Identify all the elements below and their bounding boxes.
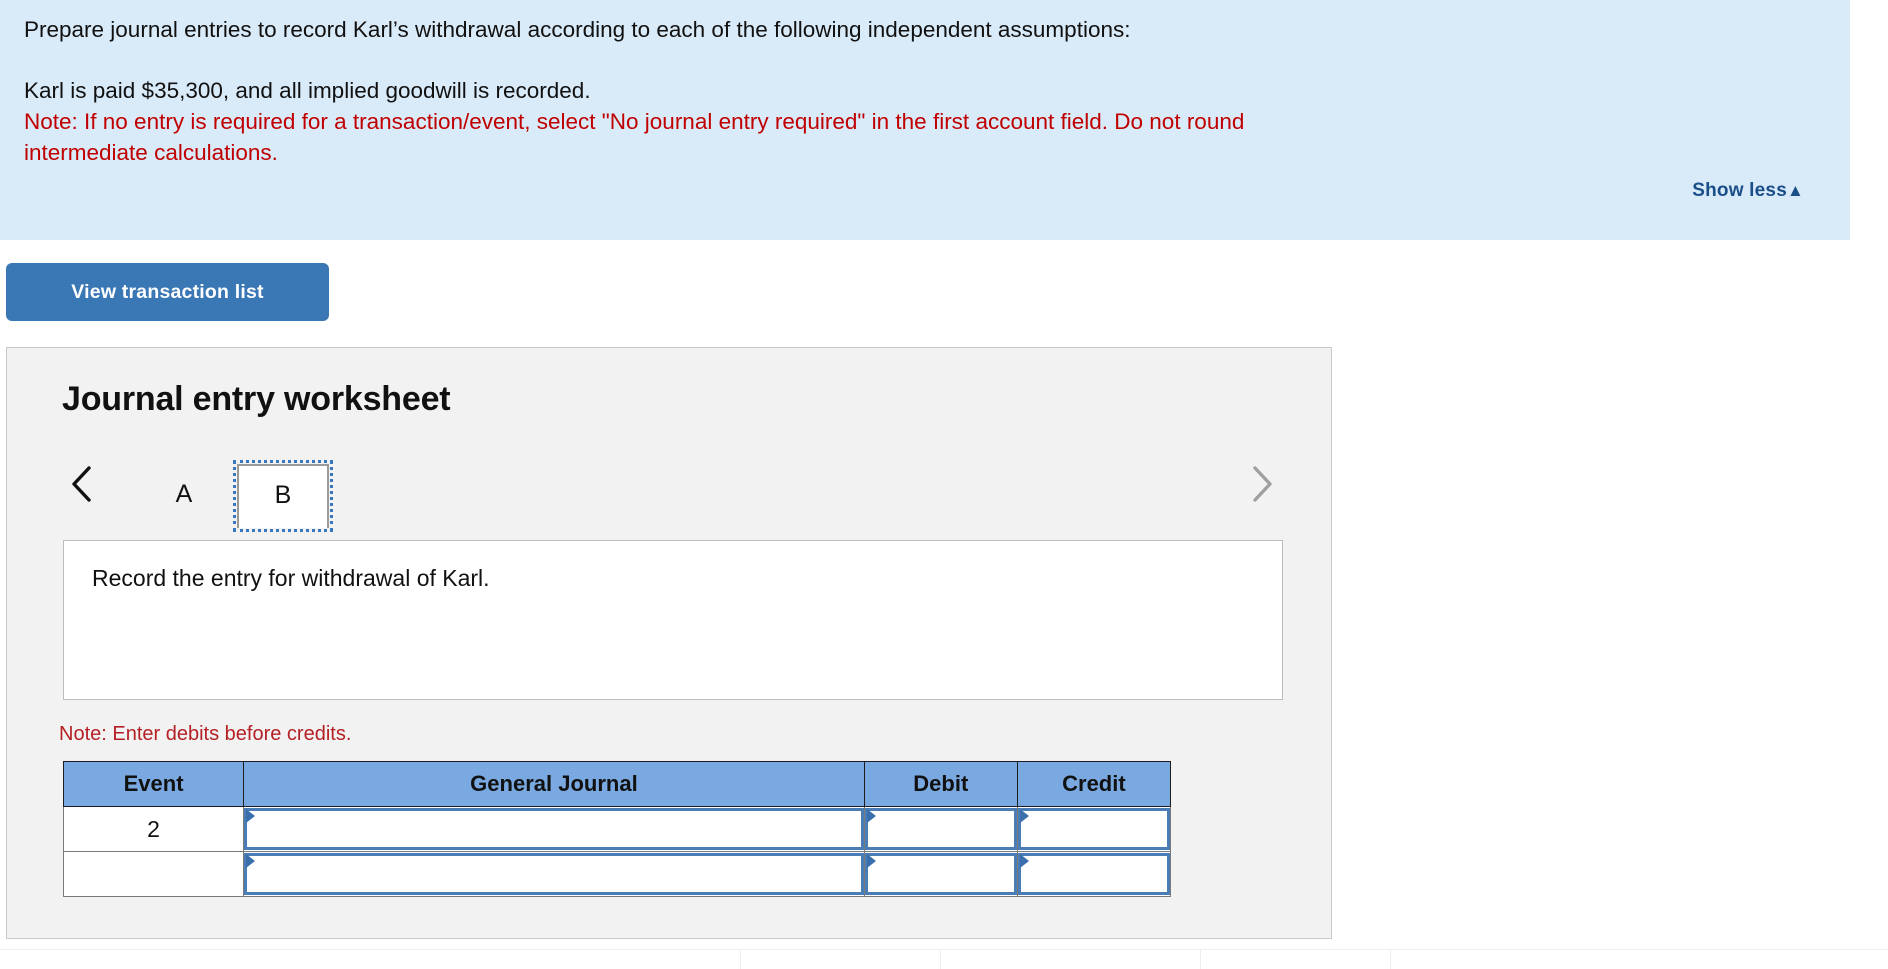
worksheet-tab-b[interactable]: B xyxy=(233,460,333,532)
credit-cell-row-1[interactable] xyxy=(1016,806,1172,852)
debit-field-wrapper-row-1 xyxy=(864,808,1017,850)
general-journal-field-wrapper-row-1 xyxy=(244,808,864,850)
column-header-debit: Debit xyxy=(863,761,1018,807)
bottom-divider xyxy=(940,950,941,969)
next-tab-button[interactable] xyxy=(1241,460,1281,508)
debit-field-wrapper-row-2 xyxy=(864,853,1017,895)
bottom-strip xyxy=(0,949,1888,969)
column-header-event: Event xyxy=(62,761,245,807)
column-header-credit: Credit xyxy=(1016,761,1172,807)
chevron-right-icon xyxy=(1241,460,1281,508)
banner-note-line-2: intermediate calculations. xyxy=(24,140,278,165)
worksheet-tab-a[interactable]: A xyxy=(147,464,221,528)
instruction-text: Prepare journal entries to record Karl’s… xyxy=(24,17,1131,42)
worksheet-title: Journal entry worksheet xyxy=(62,380,451,418)
bottom-divider xyxy=(740,950,741,969)
credit-cell-row-2[interactable] xyxy=(1016,851,1172,897)
debit-input-row-1[interactable] xyxy=(867,811,1014,847)
credit-input-row-2[interactable] xyxy=(1020,856,1167,892)
bottom-divider xyxy=(1200,950,1201,969)
instruction-banner: Prepare journal entries to record Karl’s… xyxy=(0,0,1850,240)
general-journal-input-row-1[interactable] xyxy=(247,811,861,847)
debit-cell-row-2[interactable] xyxy=(863,851,1018,897)
general-journal-field-wrapper-row-2 xyxy=(244,853,864,895)
bottom-divider xyxy=(1390,950,1391,969)
general-journal-cell-row-2[interactable] xyxy=(243,851,865,897)
chevron-left-icon xyxy=(63,460,103,508)
journal-entry-worksheet-panel: Journal entry worksheet A B Record the e… xyxy=(6,347,1332,939)
worksheet-tab-b-label: B xyxy=(274,481,292,509)
worksheet-tab-a-label: A xyxy=(175,480,193,508)
assumption-text: Karl is paid $35,300, and all implied go… xyxy=(24,78,591,103)
credit-field-wrapper-row-1 xyxy=(1017,808,1170,850)
general-journal-input-row-2[interactable] xyxy=(247,856,861,892)
banner-spacer xyxy=(24,45,1826,75)
table-header-row: Event General Journal Debit Credit xyxy=(62,761,1172,807)
event-number-cell: 2 xyxy=(62,806,245,852)
transaction-prompt-text: Record the entry for withdrawal of Karl. xyxy=(92,565,490,591)
caret-up-icon: ▲ xyxy=(1786,181,1804,200)
show-less-link[interactable]: Show less▲ xyxy=(1692,180,1804,202)
dropdown-arrow-icon xyxy=(246,854,256,868)
previous-tab-button[interactable] xyxy=(63,460,103,508)
debit-input-row-2[interactable] xyxy=(867,856,1014,892)
credit-field-wrapper-row-2 xyxy=(1017,853,1170,895)
banner-note-line-1: Note: If no entry is required for a tran… xyxy=(24,109,1245,134)
dropdown-arrow-icon xyxy=(866,854,876,868)
show-less-label: Show less xyxy=(1692,180,1787,201)
view-transaction-list-button[interactable]: View transaction list xyxy=(6,263,329,321)
dropdown-arrow-icon xyxy=(866,809,876,823)
transaction-prompt-box: Record the entry for withdrawal of Karl. xyxy=(63,540,1283,700)
general-journal-cell-row-1[interactable] xyxy=(243,806,865,852)
event-number-cell xyxy=(62,851,245,897)
dropdown-arrow-icon xyxy=(1019,809,1029,823)
credit-input-row-1[interactable] xyxy=(1020,811,1167,847)
debit-cell-row-1[interactable] xyxy=(863,806,1018,852)
table-row: 2 xyxy=(62,806,1172,852)
dropdown-arrow-icon xyxy=(1019,854,1029,868)
debits-before-credits-note: Note: Enter debits before credits. xyxy=(59,723,352,745)
dropdown-arrow-icon xyxy=(246,809,256,823)
table-row xyxy=(62,851,1172,897)
column-header-general-journal: General Journal xyxy=(243,761,865,807)
worksheet-tab-strip: A B xyxy=(55,446,1287,532)
journal-entry-table: Event General Journal Debit Credit 2 xyxy=(62,761,1172,897)
show-less-wrapper: Show less▲ xyxy=(1692,180,1804,202)
